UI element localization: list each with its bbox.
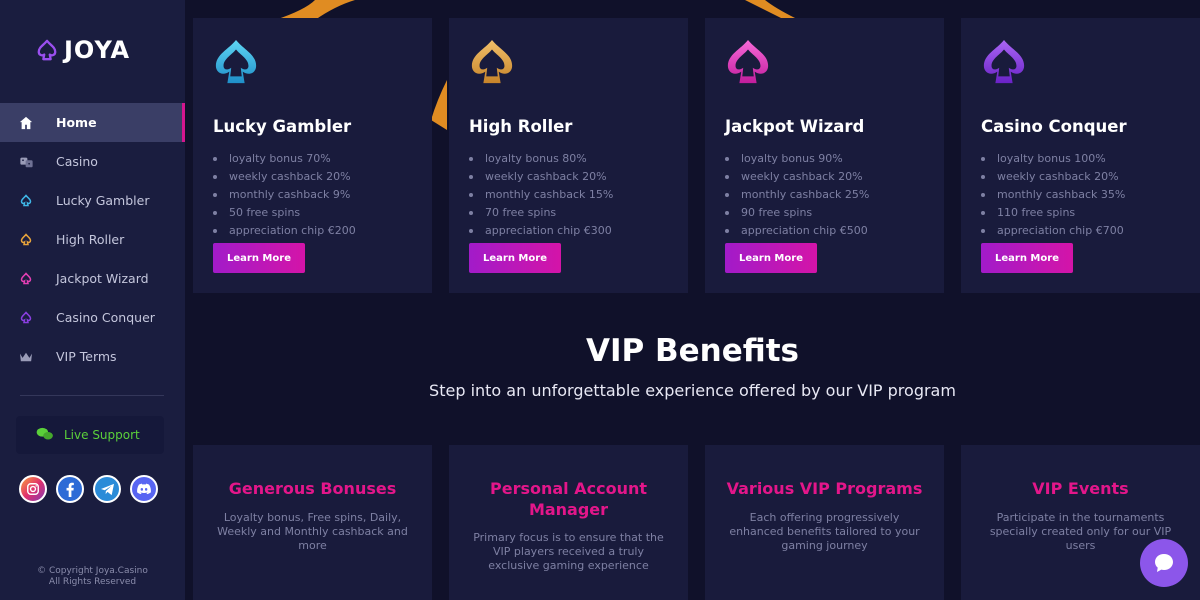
perk-item: monthly cashback 35% bbox=[981, 186, 1125, 204]
sidebar-item-casino-conquer[interactable]: Casino Conquer bbox=[0, 298, 185, 337]
benefit-card: Generous Bonuses Loyalty bonus, Free spi… bbox=[193, 445, 432, 600]
perk-list: loyalty bonus 90% weekly cashback 20% mo… bbox=[725, 150, 869, 240]
perk-item: monthly cashback 25% bbox=[725, 186, 869, 204]
perk-item: 50 free spins bbox=[213, 204, 356, 222]
copyright-line: © Copyright Joya.Casino bbox=[37, 566, 148, 576]
sidebar-divider bbox=[20, 395, 164, 396]
benefit-card: Personal Account Manager Primary focus i… bbox=[449, 445, 688, 600]
spade-logo-icon bbox=[37, 39, 57, 61]
tier-card-jackpot-wizard: Jackpot Wizard loyalty bonus 90% weekly … bbox=[705, 18, 944, 293]
tier-card-lucky-gambler: Lucky Gambler loyalty bonus 70% weekly c… bbox=[193, 18, 432, 293]
live-support-button[interactable]: Live Support bbox=[16, 416, 164, 454]
perk-item: appreciation chip €500 bbox=[725, 222, 869, 240]
perk-list: loyalty bonus 80% weekly cashback 20% mo… bbox=[469, 150, 613, 240]
chat-bubbles-icon bbox=[36, 427, 54, 444]
crown-icon bbox=[18, 349, 34, 365]
spade-icon bbox=[18, 232, 34, 248]
spade-icon bbox=[18, 271, 34, 287]
tier-card-high-roller: High Roller loyalty bonus 80% weekly cas… bbox=[449, 18, 688, 293]
perk-item: monthly cashback 15% bbox=[469, 186, 613, 204]
spade-icon bbox=[983, 39, 1025, 84]
spade-icon bbox=[471, 39, 513, 84]
sidebar-item-label: VIP Terms bbox=[56, 349, 117, 364]
spade-icon bbox=[727, 39, 769, 84]
chat-icon bbox=[1155, 554, 1173, 572]
live-support-label: Live Support bbox=[64, 428, 140, 442]
facebook-icon[interactable] bbox=[56, 475, 84, 503]
decorative-ribbon bbox=[745, 0, 795, 20]
home-icon bbox=[18, 115, 34, 131]
perk-item: 90 free spins bbox=[725, 204, 869, 222]
perk-item: 110 free spins bbox=[981, 204, 1125, 222]
perk-list: loyalty bonus 70% weekly cashback 20% mo… bbox=[213, 150, 356, 240]
benefit-title: Various VIP Programs bbox=[726, 479, 923, 498]
tier-title: Casino Conquer bbox=[981, 117, 1127, 136]
sidebar-item-casino[interactable]: Casino bbox=[0, 142, 185, 181]
benefit-card: Various VIP Programs Each offering progr… bbox=[705, 445, 944, 600]
perk-item: loyalty bonus 100% bbox=[981, 150, 1125, 168]
perk-item: weekly cashback 20% bbox=[213, 168, 356, 186]
brand-name: JOYA bbox=[64, 36, 131, 64]
instagram-icon[interactable] bbox=[19, 475, 47, 503]
brand-logo[interactable]: JOYA bbox=[36, 36, 130, 64]
sidebar-item-label: Home bbox=[56, 115, 97, 130]
tier-title: Lucky Gambler bbox=[213, 117, 352, 136]
perk-item: loyalty bonus 90% bbox=[725, 150, 869, 168]
sidebar-item-home[interactable]: Home bbox=[0, 103, 185, 142]
benefit-text: Each offering progressively enhanced ben… bbox=[729, 511, 920, 552]
spade-icon bbox=[18, 310, 34, 326]
perk-item: 70 free spins bbox=[469, 204, 613, 222]
section-subtitle: Step into an unforgettable experience of… bbox=[429, 381, 956, 400]
dice-icon bbox=[18, 154, 34, 170]
learn-more-button[interactable]: Learn More bbox=[725, 243, 817, 273]
perk-item: monthly cashback 9% bbox=[213, 186, 356, 204]
decorative-ribbon bbox=[431, 80, 447, 130]
chat-widget-button[interactable] bbox=[1140, 539, 1188, 587]
main-content: Lucky Gambler loyalty bonus 70% weekly c… bbox=[185, 0, 1200, 600]
discord-icon[interactable] bbox=[130, 475, 158, 503]
perk-item: appreciation chip €200 bbox=[213, 222, 356, 240]
sidebar-item-lucky-gambler[interactable]: Lucky Gambler bbox=[0, 181, 185, 220]
sidebar-item-label: Jackpot Wizard bbox=[56, 271, 149, 286]
sidebar-item-high-roller[interactable]: High Roller bbox=[0, 220, 185, 259]
decorative-ribbon bbox=[275, 0, 355, 20]
sidebar: JOYA Home Casino Lucky Gambler High Roll… bbox=[0, 0, 185, 600]
benefit-title: Generous Bonuses bbox=[228, 479, 397, 498]
perk-item: loyalty bonus 80% bbox=[469, 150, 613, 168]
learn-more-button[interactable]: Learn More bbox=[981, 243, 1073, 273]
spade-icon bbox=[215, 39, 257, 84]
learn-more-button[interactable]: Learn More bbox=[469, 243, 561, 273]
copyright-line: All Rights Reserved bbox=[48, 577, 137, 587]
perk-item: weekly cashback 20% bbox=[469, 168, 613, 186]
perk-item: appreciation chip €700 bbox=[981, 222, 1125, 240]
sidebar-item-label: Casino bbox=[56, 154, 98, 169]
sidebar-item-label: Casino Conquer bbox=[56, 310, 155, 325]
perk-item: weekly cashback 20% bbox=[725, 168, 869, 186]
learn-more-button[interactable]: Learn More bbox=[213, 243, 305, 273]
sidebar-nav: Home Casino Lucky Gambler High Roller Ja… bbox=[0, 103, 185, 376]
spade-icon bbox=[18, 193, 34, 209]
tier-title: High Roller bbox=[469, 117, 573, 136]
perk-item: appreciation chip €300 bbox=[469, 222, 613, 240]
benefit-title: VIP Events bbox=[1032, 479, 1129, 498]
sidebar-item-jackpot-wizard[interactable]: Jackpot Wizard bbox=[0, 259, 185, 298]
tier-title: Jackpot Wizard bbox=[725, 117, 865, 136]
benefit-text: Loyalty bonus, Free spins, Daily, Weekly… bbox=[217, 511, 408, 552]
benefit-title: Personal Account Manager bbox=[490, 479, 647, 519]
perk-list: loyalty bonus 100% weekly cashback 20% m… bbox=[981, 150, 1125, 240]
benefit-text: Primary focus is to ensure that the VIP … bbox=[473, 531, 664, 572]
perk-item: weekly cashback 20% bbox=[981, 168, 1125, 186]
sidebar-item-label: Lucky Gambler bbox=[56, 193, 150, 208]
copyright: © Copyright Joya.Casino All Rights Reser… bbox=[0, 566, 185, 588]
tier-card-casino-conquer: Casino Conquer loyalty bonus 100% weekly… bbox=[961, 18, 1200, 293]
social-links bbox=[19, 475, 158, 503]
section-title: VIP Benefits bbox=[585, 333, 800, 369]
perk-item: loyalty bonus 70% bbox=[213, 150, 356, 168]
telegram-icon[interactable] bbox=[93, 475, 121, 503]
sidebar-item-vip-terms[interactable]: VIP Terms bbox=[0, 337, 185, 376]
sidebar-item-label: High Roller bbox=[56, 232, 125, 247]
